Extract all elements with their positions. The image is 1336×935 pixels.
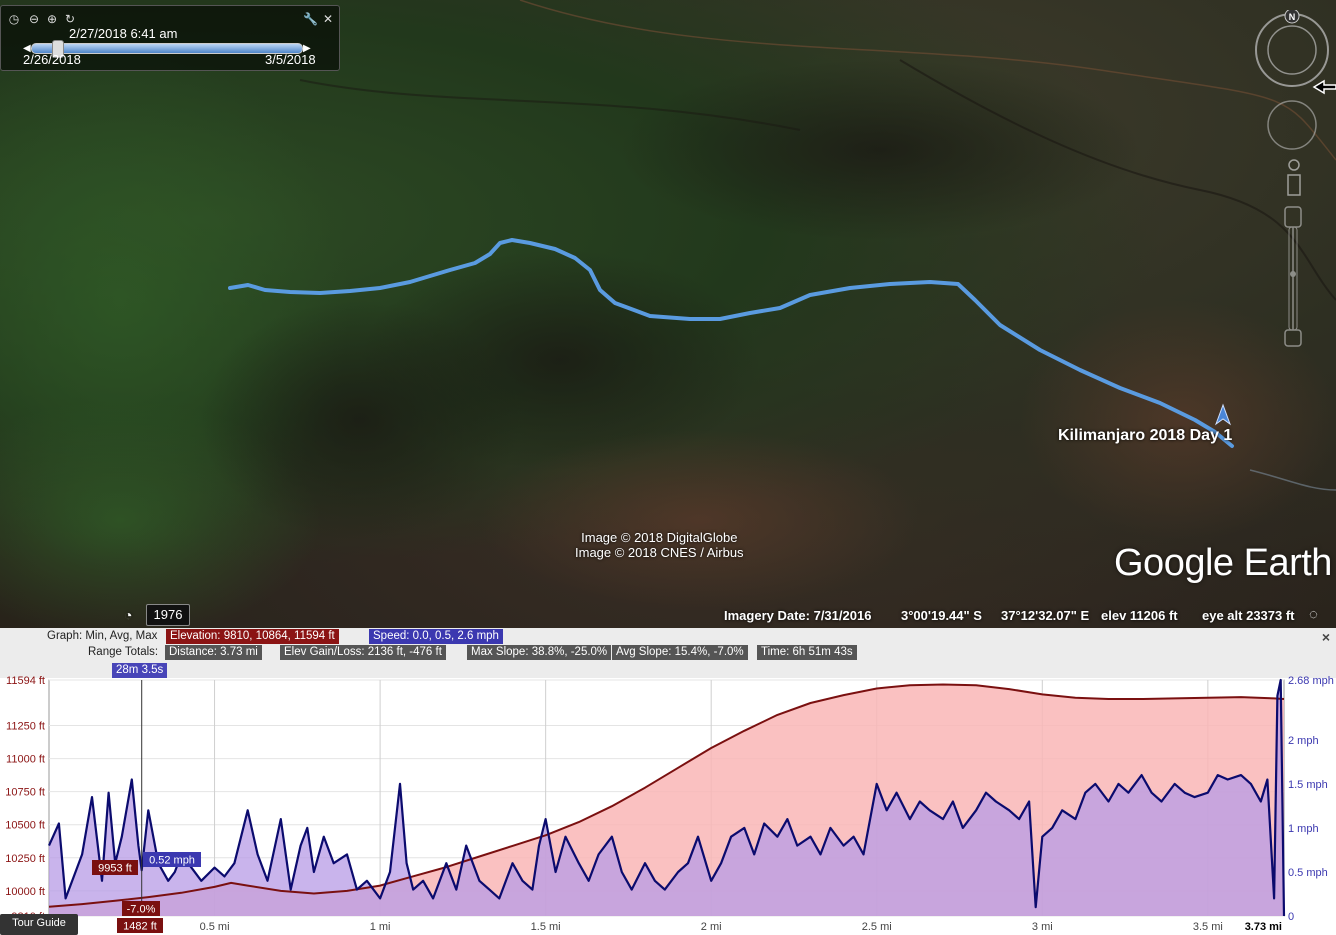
cursor-slope-label: -7.0%: [127, 904, 156, 916]
y-left-tick-label: 10750 ft: [5, 787, 45, 799]
cursor-distance-label: 1482 ft: [123, 921, 157, 933]
status-bar: ◔ Imagery Date: 7/31/2016 3°00'19.44" S …: [0, 604, 1336, 628]
street-view-pegman-icon: [1287, 159, 1301, 196]
y-left-tick-label: 11594 ft: [6, 675, 45, 687]
y-right-tick-label: 0.5 mph: [1288, 867, 1328, 879]
y-right-tick-label: 2 mph: [1288, 735, 1319, 747]
navigation-controls[interactable]: N: [1252, 10, 1336, 355]
x-tick-label: 2.5 mi: [862, 921, 892, 933]
cursor-speed-label: 0.52 mph: [149, 855, 195, 867]
placemark-label[interactable]: Kilimanjaro 2018 Day 1: [1058, 427, 1232, 445]
y-right-tick-label: 1.5 mph: [1288, 779, 1328, 791]
streaming-indicator-icon: ◌: [1309, 606, 1318, 623]
y-left-tick-label: 10500 ft: [5, 820, 45, 832]
y-left-tick-label: 10250 ft: [5, 853, 45, 865]
start-date-label: 2/26/2018: [23, 52, 81, 67]
zoom-in-time-icon[interactable]: ⊕: [45, 12, 59, 26]
zoom-slider-icon: [1284, 206, 1302, 347]
x-tick-label: 0.5 mi: [200, 921, 230, 933]
x-tick-label: 3.5 mi: [1193, 921, 1223, 933]
elevation-speed-chart[interactable]: 11594 ft 11250 ft 11000 ft 10750 ft 10500 ft…: [0, 628, 1336, 935]
historical-imagery-icon[interactable]: ◔: [124, 607, 132, 623]
credit-line-1: Image © 2018 DigitalGlobe: [581, 530, 738, 545]
compass-ring-icon: N: [1255, 10, 1329, 87]
x-tick-label: 2 mi: [701, 921, 722, 933]
elevation-readout: elev 11206 ft: [1101, 608, 1178, 623]
current-time-label: 2/27/2018 6:41 am: [69, 26, 178, 41]
y-right-tick-label: 1 mph: [1288, 823, 1319, 835]
historical-year-box[interactable]: 1976: [146, 604, 190, 626]
map-view[interactable]: ◷ ⊖ ⊕ ↻ 🔧 ✕ 2/27/2018 6:41 am ◀ ▶ 2/26/2…: [0, 0, 1336, 628]
y-right-tick-label: 0: [1288, 911, 1294, 923]
x-tick-label: 1 mi: [370, 921, 391, 933]
y-left-tick-label: 11000 ft: [6, 754, 45, 766]
elevation-profile-panel: Graph: Min, Avg, Max Elevation: 9810, 10…: [0, 628, 1336, 935]
end-date-label: 3/5/2018: [265, 52, 316, 67]
y-left-tick-label: 11250 ft: [6, 721, 45, 733]
wrench-icon[interactable]: 🔧: [303, 12, 318, 26]
x-tick-label: 3 mi: [1032, 921, 1053, 933]
time-slider-panel: ◷ ⊖ ⊕ ↻ 🔧 ✕ 2/27/2018 6:41 am ◀ ▶ 2/26/2…: [0, 5, 340, 71]
eye-altitude: eye alt 23373 ft: [1202, 608, 1295, 623]
google-earth-logo: Google Earth: [1114, 542, 1332, 584]
imagery-credits: Image © 2018 DigitalGlobe Image © 2018 C…: [575, 530, 744, 560]
close-icon[interactable]: ✕: [321, 12, 335, 26]
mouse-pointer-icon: [1312, 79, 1336, 95]
tour-guide-button[interactable]: Tour Guide: [0, 914, 78, 935]
imagery-date: Imagery Date: 7/31/2016: [724, 608, 872, 623]
latitude: 3°00'19.44" S: [901, 608, 982, 623]
look-joystick-icon: [1267, 100, 1317, 150]
x-tick-label: 1.5 mi: [531, 921, 561, 933]
time-settings-icon[interactable]: ↻: [63, 12, 77, 26]
zoom-out-time-icon[interactable]: ⊖: [27, 12, 41, 26]
cursor-elevation-label: 9953 ft: [98, 863, 132, 875]
longitude: 37°12'32.07" E: [1001, 608, 1090, 623]
clock-icon[interactable]: ◷: [7, 12, 21, 26]
y-left-tick-label: 10000 ft: [5, 886, 45, 898]
credit-line-2: Image © 2018 CNES / Airbus: [575, 545, 744, 560]
y-right-tick-label: 2.68 mph: [1288, 675, 1334, 687]
x-tick-label: 3.73 mi: [1245, 921, 1282, 933]
compass-north-label: N: [1289, 12, 1296, 22]
